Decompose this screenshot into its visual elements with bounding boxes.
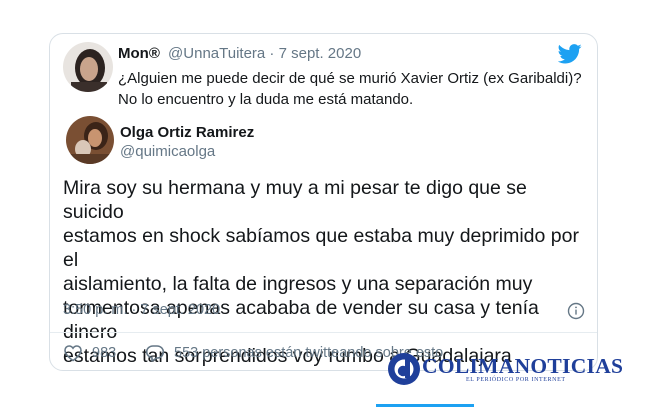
tweet-text-line: estamos en shock sabíamos que estaba muy… <box>63 225 579 271</box>
author-display-name[interactable]: Olga Ortiz Ramirez <box>120 124 254 141</box>
tweet-meta-row: 3:50 p. m. · 7 sept. 2020 <box>63 302 585 322</box>
tweet-text-line: Mira soy su hermana y muy a mi pesar te … <box>63 177 527 223</box>
twitter-bird-icon[interactable] <box>558 44 582 64</box>
card-divider <box>50 332 597 333</box>
like-count: 983 <box>92 345 117 361</box>
quoted-tweet-text: ¿Alguien me puede decir de qué se murió … <box>118 68 590 110</box>
info-icon[interactable] <box>567 302 585 320</box>
tweet-timestamp[interactable]: 3:50 p. m. · 7 sept. 2020 <box>63 302 220 318</box>
quoted-handle-date[interactable]: @UnnaTuitera · 7 sept. 2020 <box>168 45 361 62</box>
heart-icon <box>64 345 82 362</box>
author-avatar[interactable] <box>66 116 114 164</box>
active-tab-indicator <box>376 404 474 407</box>
quoted-text-line: ¿Alguien me puede decir de qué se murió … <box>118 70 582 87</box>
speech-bubble-icon <box>145 345 165 362</box>
like-button[interactable]: 983 <box>63 344 116 362</box>
quoted-display-name[interactable]: Mon® <box>118 45 160 62</box>
quoted-tweet-header: Mon® @UnnaTuitera · 7 sept. 2020 <box>118 45 361 62</box>
quoted-text-line: No lo encuentro y la duda me está matand… <box>118 91 414 108</box>
tweet-text: Mira soy su hermana y muy a mi pesar te … <box>63 176 587 368</box>
author-handle[interactable]: @quimicaolga <box>120 143 215 160</box>
tweet-text-line: aislamiento, la falta de ingresos y una … <box>63 273 533 295</box>
watermark-name: COLIMANOTICIAS <box>422 354 624 378</box>
quoted-user-avatar[interactable] <box>63 42 113 92</box>
watermark-tagline: EL PERIÓDICO POR INTERNET <box>466 377 566 383</box>
